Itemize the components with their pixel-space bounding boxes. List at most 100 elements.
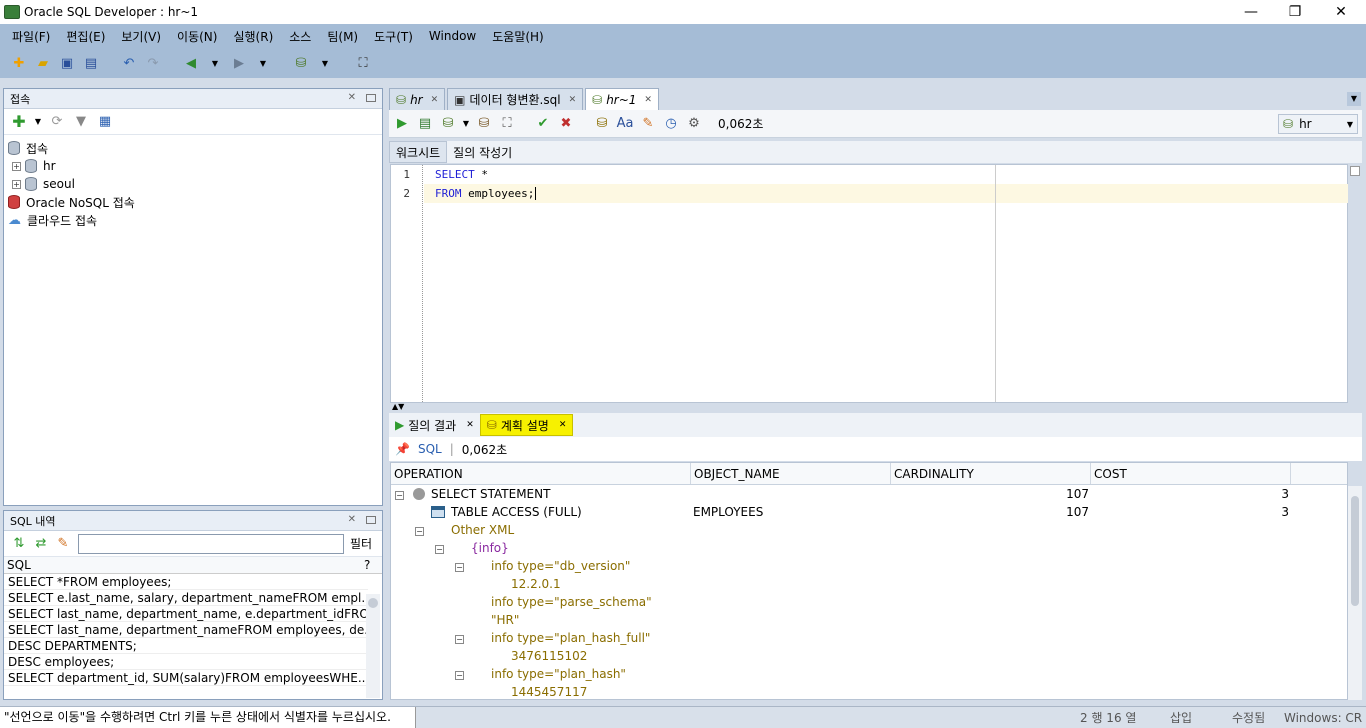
menu-edit[interactable]: 편집(E): [58, 28, 113, 45]
maximize-icon[interactable]: ❐: [1272, 0, 1318, 24]
history-scrollbar[interactable]: [366, 594, 380, 698]
history-icon[interactable]: ◷: [662, 115, 680, 133]
schema-browser-icon[interactable]: ▦: [96, 113, 114, 131]
tab-worksheet[interactable]: 워크시트: [389, 141, 448, 163]
tree-item-seoul[interactable]: + seoul: [8, 175, 378, 193]
tab-query-builder[interactable]: 질의 작성기: [447, 141, 518, 163]
minimize-panel-icon[interactable]: [366, 516, 376, 524]
list-item[interactable]: DESC employees;: [4, 654, 368, 670]
tab-explain-plan[interactable]: ⛁ 계획 설명 ✕: [479, 414, 574, 436]
close-tab-icon[interactable]: ✕: [466, 420, 474, 430]
explain-icon[interactable]: ⛁: [475, 115, 493, 133]
close-tab-icon[interactable]: ✕: [559, 420, 567, 430]
xml-value[interactable]: 12.2.0.1: [391, 575, 1347, 593]
table-row[interactable]: − SELECT STATEMENT 107 3: [391, 485, 1347, 503]
back-icon[interactable]: ◀: [182, 54, 200, 72]
col-object-name[interactable]: OBJECT_NAME: [691, 463, 891, 484]
xml-node[interactable]: − Other XML: [391, 521, 1347, 539]
dropdown-icon[interactable]: ▼: [462, 115, 470, 133]
minimize-icon[interactable]: —: [1228, 0, 1274, 24]
xml-value[interactable]: 1445457117: [391, 683, 1347, 699]
list-item[interactable]: SELECT *FROM employees;: [4, 574, 368, 590]
clear-icon[interactable]: ✎: [54, 535, 72, 553]
splitter-arrows-icon[interactable]: ▲▼: [392, 403, 404, 411]
worksheet-dropdown-icon[interactable]: ▼: [316, 54, 334, 72]
close-tab-icon[interactable]: ✕: [644, 95, 652, 105]
close-panel-icon[interactable]: ✕: [348, 514, 356, 525]
menu-run[interactable]: 실행(R): [225, 28, 281, 45]
menu-navigate[interactable]: 이동(N): [169, 28, 225, 45]
list-item[interactable]: SELECT e.last_name, salary, department_n…: [4, 590, 368, 606]
unshared-worksheet-icon[interactable]: ⛁: [593, 115, 611, 133]
table-row[interactable]: TABLE ACCESS (FULL) EMPLOYEES 107 3: [391, 503, 1347, 521]
commit-icon[interactable]: ⛁: [439, 115, 457, 133]
menu-team[interactable]: 팀(M): [319, 28, 366, 45]
tab-list-icon[interactable]: ▼: [1347, 92, 1361, 106]
list-item[interactable]: SELECT department_id, SUM(salary)FROM em…: [4, 670, 368, 686]
sql-editor[interactable]: 1 2 SELECT * FROM employees;: [390, 164, 1348, 403]
minimize-panel-icon[interactable]: [366, 94, 376, 102]
close-tab-icon[interactable]: ✕: [431, 95, 439, 105]
add-connection-icon[interactable]: ✚: [10, 112, 28, 131]
code-area[interactable]: SELECT * FROM employees;: [435, 165, 1347, 203]
rollback-icon[interactable]: ✖: [557, 115, 575, 133]
commit-transaction-icon[interactable]: ✔: [534, 115, 552, 133]
back-dropdown-icon[interactable]: ▼: [206, 54, 224, 72]
close-icon[interactable]: ✕: [1318, 0, 1364, 24]
close-panel-icon[interactable]: ✕: [348, 92, 356, 103]
col-operation[interactable]: OPERATION: [391, 463, 691, 484]
format-icon[interactable]: Aa: [616, 115, 634, 133]
forward-dropdown-icon[interactable]: ▼: [254, 54, 272, 72]
menu-file[interactable]: 파일(F): [4, 28, 58, 45]
sql-link[interactable]: SQL: [418, 442, 442, 456]
add-dropdown-icon[interactable]: ▼: [34, 113, 42, 131]
collapse-icon[interactable]: −: [395, 487, 408, 501]
binoculars-icon[interactable]: ⛶: [354, 54, 372, 72]
run-script-icon[interactable]: ▤: [416, 115, 434, 133]
close-tab-icon[interactable]: ✕: [569, 95, 577, 105]
autotrace-icon[interactable]: ⛶: [498, 115, 516, 133]
tuning-icon[interactable]: ⚙: [685, 115, 703, 133]
menu-source[interactable]: 소스: [281, 28, 319, 45]
forward-icon[interactable]: ▶: [230, 54, 248, 72]
tab-hr-1[interactable]: ⛁ hr~1 ✕: [585, 88, 659, 110]
clear-icon[interactable]: ✎: [639, 115, 657, 133]
xml-node[interactable]: − info type="plan_hash_full": [391, 629, 1347, 647]
list-item[interactable]: SELECT last_name, department_name, e.dep…: [4, 606, 368, 622]
redo-icon[interactable]: ↷: [144, 54, 162, 72]
filter-input[interactable]: [78, 533, 344, 554]
pin-icon[interactable]: 📌: [395, 442, 410, 456]
tab-hr[interactable]: ⛁ hr ✕: [389, 88, 446, 110]
col-cost[interactable]: COST: [1091, 463, 1291, 484]
connection-select[interactable]: ⛁ hr ▼: [1278, 114, 1358, 134]
undo-icon[interactable]: ↶: [120, 54, 138, 72]
xml-value[interactable]: 3476115102: [391, 647, 1347, 665]
tab-data-conversion[interactable]: ▣ 데이터 형변환.sql ✕: [447, 88, 584, 110]
xml-node[interactable]: − info type="db_version": [391, 557, 1347, 575]
xml-node[interactable]: − {info}: [391, 539, 1347, 557]
menu-help[interactable]: 도움말(H): [484, 28, 552, 45]
open-icon[interactable]: ▰: [34, 54, 52, 72]
list-item[interactable]: SELECT last_name, department_nameFROM em…: [4, 622, 368, 638]
save-icon[interactable]: ▣: [58, 54, 76, 72]
tree-item-hr[interactable]: + hr: [8, 157, 378, 175]
xml-node[interactable]: info type="parse_schema": [391, 593, 1347, 611]
menu-window[interactable]: Window: [421, 29, 484, 43]
list-item[interactable]: DESC DEPARTMENTS;: [4, 638, 368, 654]
replace-icon[interactable]: ⇄: [32, 535, 50, 553]
refresh-icon[interactable]: ⟳: [48, 113, 66, 131]
tree-item-cloud[interactable]: ☁ 클라우드 접속: [8, 211, 378, 229]
save-all-icon[interactable]: ▤: [82, 54, 100, 72]
plan-scrollbar[interactable]: [1348, 486, 1362, 700]
col-cardinality[interactable]: CARDINALITY: [891, 463, 1091, 484]
expand-icon[interactable]: +: [12, 179, 21, 189]
new-icon[interactable]: ✚: [10, 54, 28, 72]
append-icon[interactable]: ⇅: [10, 535, 28, 553]
sql-worksheet-icon[interactable]: ⛁: [292, 54, 310, 72]
xml-value[interactable]: "HR": [391, 611, 1347, 629]
menu-tools[interactable]: 도구(T): [366, 28, 421, 45]
tree-root[interactable]: 접속: [8, 139, 378, 157]
menu-view[interactable]: 보기(V): [113, 28, 169, 45]
expand-icon[interactable]: +: [12, 161, 21, 171]
xml-node[interactable]: − info type="plan_hash": [391, 665, 1347, 683]
